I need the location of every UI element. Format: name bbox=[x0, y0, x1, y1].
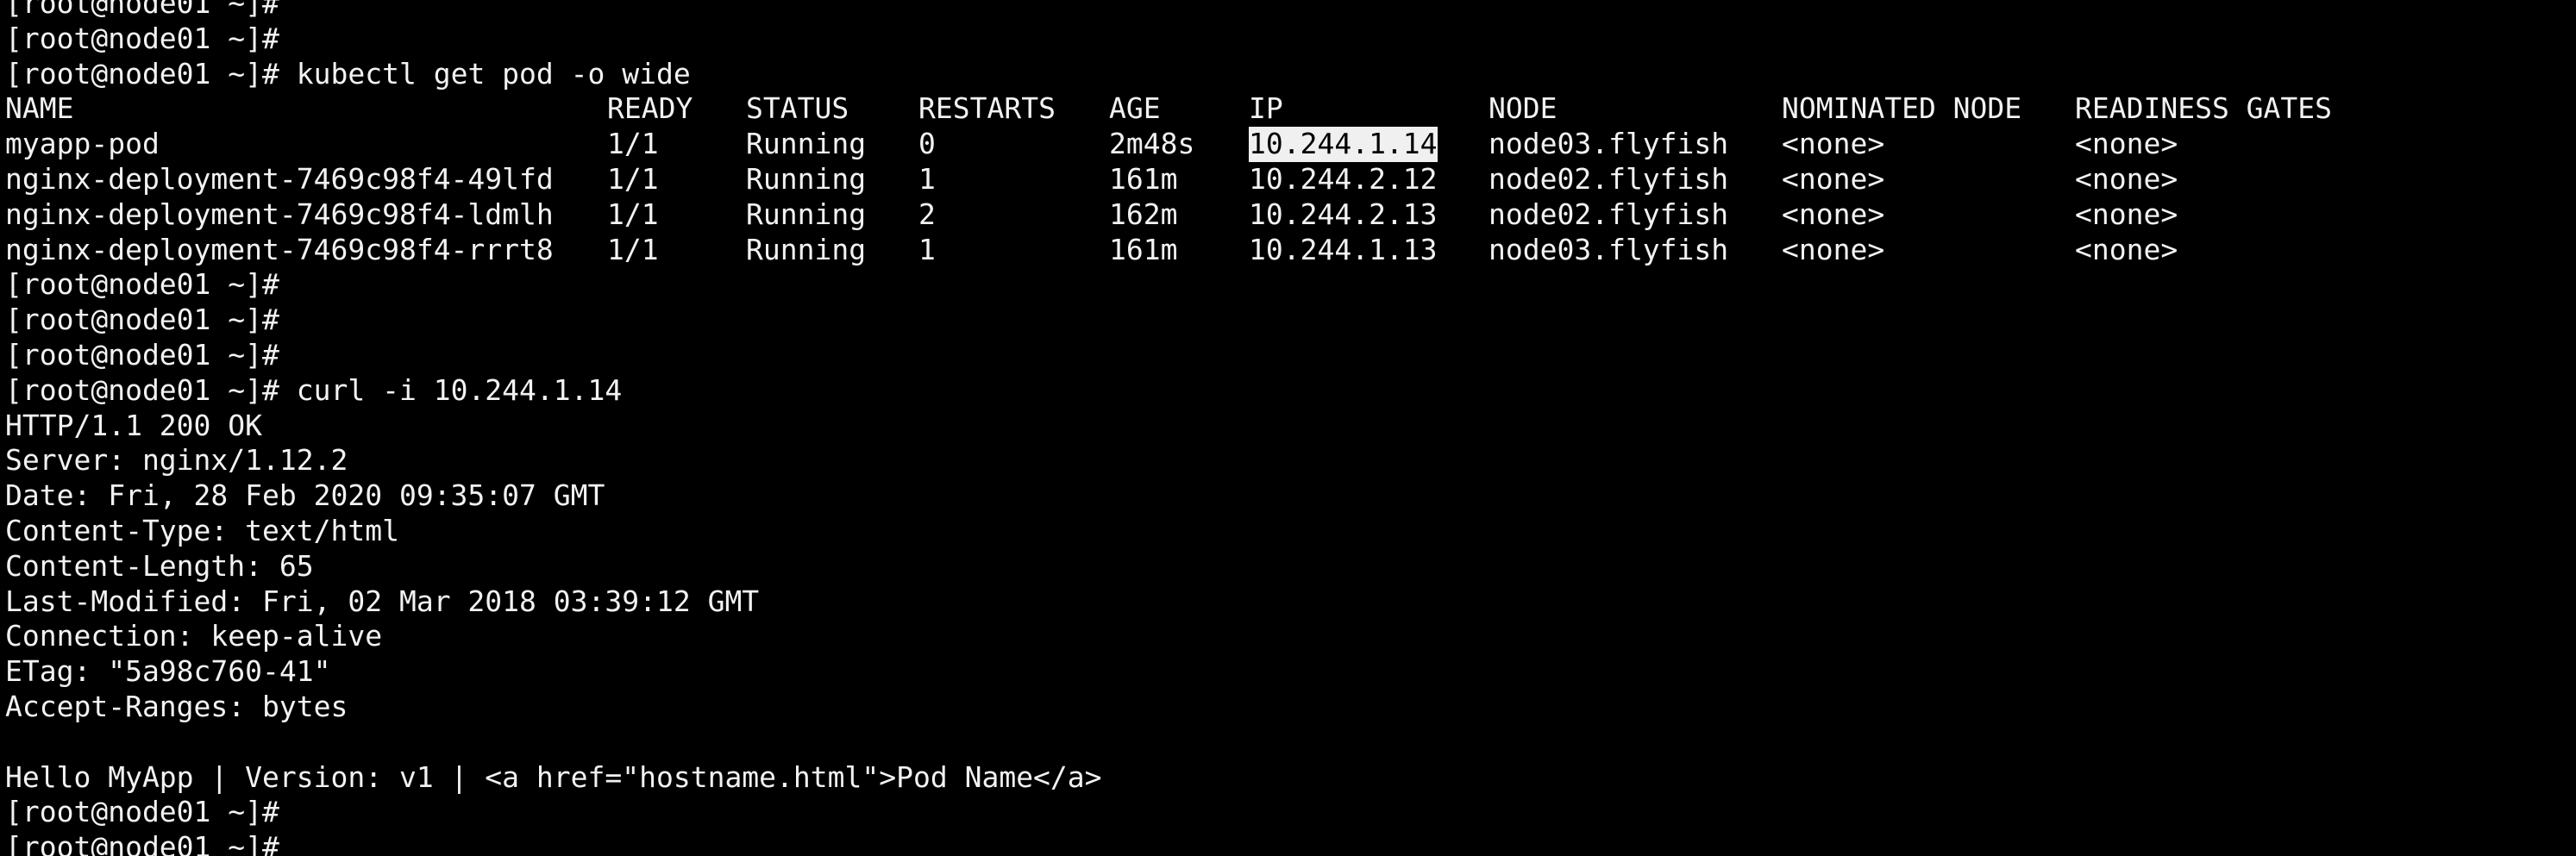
column-header-age: AGE bbox=[1109, 91, 1161, 126]
node-cell: node02.flyfish bbox=[1489, 197, 1729, 231]
column-header-ip: IP bbox=[1249, 91, 1283, 126]
nominated-node-cell: <none> bbox=[1782, 197, 1885, 231]
readiness-gates-cell: <none> bbox=[2075, 232, 2178, 266]
response-line: Content-Length: 65 bbox=[5, 548, 314, 583]
column-header-readiness-gates: READINESS GATES bbox=[2075, 91, 2333, 126]
table-row: nginx-deployment-7469c98f4-49lfd 1/1 Run… bbox=[5, 162, 2571, 197]
column-header-node: NODE bbox=[1489, 91, 1558, 126]
response-line: Last-Modified: Fri, 02 Mar 2018 03:39:12… bbox=[5, 584, 760, 618]
pod-name-cell: nginx-deployment-7469c98f4-49lfd bbox=[5, 161, 554, 196]
age-cell: 162m bbox=[1109, 197, 1178, 231]
response-line: HTTP/1.1 200 OK bbox=[5, 408, 263, 442]
command-text: curl -i 10.244.1.14 bbox=[296, 372, 623, 407]
status-cell: Running bbox=[746, 127, 867, 161]
prompt-text: [root@node01 ~]# bbox=[5, 0, 279, 20]
ready-cell: 1/1 bbox=[607, 127, 659, 161]
restarts-cell: 2 bbox=[918, 197, 936, 231]
prompt-line: [root@node01 ~]# bbox=[5, 267, 2571, 303]
pod-name-cell: nginx-deployment-7469c98f4-rrrt8 bbox=[5, 232, 554, 266]
prompt-line: [root@node01 ~]# bbox=[5, 830, 2571, 856]
restarts-cell: 0 bbox=[918, 127, 936, 161]
column-header-name: NAME bbox=[5, 91, 74, 126]
response-line: Date: Fri, 28 Feb 2020 09:35:07 GMT bbox=[5, 478, 605, 513]
readiness-gates-cell: <none> bbox=[2075, 197, 2178, 231]
readiness-gates-cell: <none> bbox=[2075, 161, 2178, 196]
column-header-ready: READY bbox=[607, 91, 693, 126]
prompt-text: [root@node01 ~]# bbox=[5, 830, 279, 856]
response-line: Content-Type: text/html bbox=[5, 513, 399, 547]
status-cell: Running bbox=[746, 232, 867, 266]
ip-cell: 10.244.2.12 bbox=[1249, 161, 1438, 196]
prompt-line: [root@node01 ~]# bbox=[5, 0, 2571, 22]
nominated-node-cell: <none> bbox=[1782, 232, 1885, 266]
prompt-line: [root@node01 ~]# bbox=[5, 338, 2571, 373]
restarts-cell: 1 bbox=[918, 232, 936, 266]
command-text: kubectl get pod -o wide bbox=[296, 56, 691, 91]
terminal-window[interactable]: [root@node01 ~]# [root@node01 ~]# [root@… bbox=[0, 0, 2576, 856]
response-line: Connection: keep-alive bbox=[5, 619, 383, 653]
column-header-restarts: RESTARTS bbox=[918, 91, 1056, 126]
prompt-text: [root@node01 ~]# bbox=[5, 21, 279, 55]
node-cell: node02.flyfish bbox=[1489, 161, 1729, 196]
nominated-node-cell: <none> bbox=[1782, 127, 1885, 161]
prompt-text: [root@node01 ~]# bbox=[5, 56, 279, 91]
node-cell: node03.flyfish bbox=[1489, 127, 1729, 161]
table-header-row: NAME READY STATUS RESTARTS AGE IP NODE N… bbox=[5, 91, 2571, 127]
ready-cell: 1/1 bbox=[607, 232, 659, 266]
response-line: ETag: "5a98c760-41" bbox=[5, 654, 331, 689]
age-cell: 2m48s bbox=[1109, 127, 1195, 161]
ready-cell: 1/1 bbox=[607, 197, 659, 231]
command-line: [root@node01 ~]# kubectl get pod -o wide bbox=[5, 57, 2571, 92]
nominated-node-cell: <none> bbox=[1782, 161, 1885, 196]
ip-cell: 10.244.2.13 bbox=[1249, 197, 1438, 231]
column-header-nominated-node: NOMINATED NODE bbox=[1782, 91, 2022, 126]
response-line bbox=[5, 725, 2571, 760]
column-header-status: STATUS bbox=[746, 91, 849, 126]
table-row: myapp-pod 1/1 Running 0 2m48s 10.244.1.1… bbox=[5, 127, 2571, 162]
prompt-line: [root@node01 ~]# bbox=[5, 22, 2571, 57]
table-row: nginx-deployment-7469c98f4-ldmlh 1/1 Run… bbox=[5, 197, 2571, 233]
terminal-screen: [root@node01 ~]# [root@node01 ~]# [root@… bbox=[5, 0, 2571, 856]
pod-name-cell: nginx-deployment-7469c98f4-ldmlh bbox=[5, 197, 554, 231]
status-cell: Running bbox=[746, 197, 867, 231]
response-body-line: Hello MyApp | Version: v1 | <a href="hos… bbox=[5, 759, 1102, 794]
ip-cell: 10.244.1.13 bbox=[1249, 232, 1438, 266]
table-row: nginx-deployment-7469c98f4-rrrt8 1/1 Run… bbox=[5, 233, 2571, 268]
ready-cell: 1/1 bbox=[607, 161, 659, 196]
prompt-text: [root@node01 ~]# bbox=[5, 795, 279, 829]
readiness-gates-cell: <none> bbox=[2075, 127, 2178, 161]
node-cell: node03.flyfish bbox=[1489, 232, 1729, 266]
restarts-cell: 1 bbox=[918, 161, 936, 196]
response-line: Accept-Ranges: bytes bbox=[5, 689, 348, 723]
pod-name-cell: myapp-pod bbox=[5, 127, 160, 161]
ip-cell-selected[interactable]: 10.244.1.14 bbox=[1249, 127, 1438, 162]
prompt-line: [root@node01 ~]# bbox=[5, 303, 2571, 338]
age-cell: 161m bbox=[1109, 161, 1178, 196]
status-cell: Running bbox=[746, 161, 867, 196]
command-line: [root@node01 ~]# curl -i 10.244.1.14 bbox=[5, 373, 2571, 409]
prompt-line: [root@node01 ~]# bbox=[5, 795, 2571, 830]
response-line: Server: nginx/1.12.2 bbox=[5, 443, 348, 478]
age-cell: 161m bbox=[1109, 232, 1178, 266]
